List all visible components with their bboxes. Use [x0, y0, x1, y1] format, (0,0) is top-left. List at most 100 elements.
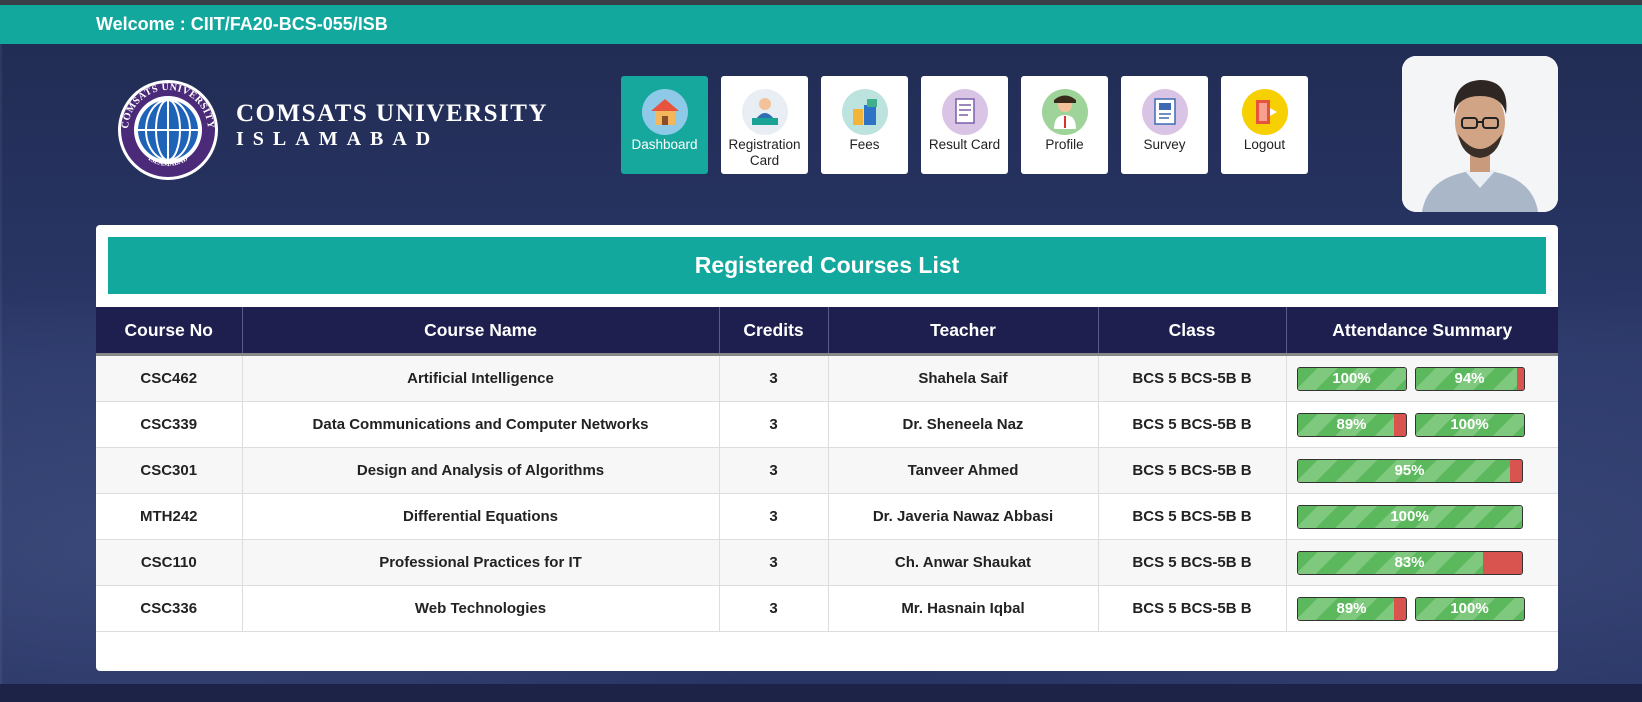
cell-attendance-summary: 89% 100%	[1286, 585, 1558, 632]
fees-icon	[841, 89, 888, 135]
attendance-progress-bar: 95%	[1296, 458, 1523, 483]
cell-teacher: Ch. Anwar Shaukat	[828, 539, 1099, 586]
attendance-percent-label: 89%	[1336, 415, 1367, 433]
cell-credits: 3	[719, 539, 829, 586]
cell-course-name: Data Communications and Computer Network…	[242, 401, 720, 448]
cell-course-name: Differential Equations	[242, 493, 720, 540]
attendance-percent-label: 100%	[1450, 415, 1489, 433]
attendance-progress-bar: 100%	[1296, 366, 1407, 391]
nav-fees-label: Fees	[849, 137, 880, 152]
cell-attendance-summary: 100% 94%	[1286, 354, 1558, 402]
attendance-percent-label: 100%	[1390, 507, 1429, 525]
attendance-percent-label: 100%	[1332, 369, 1371, 387]
attendance-progress-bar: 100%	[1414, 412, 1525, 437]
table-row: MTH242 Differential Equations 3 Dr. Javeria…	[96, 493, 1558, 540]
university-name: COMSATS UNIVERSITY ISLAMABAD	[236, 100, 548, 151]
cell-credits: 3	[719, 354, 829, 402]
attendance-percent-label: 100%	[1450, 599, 1489, 617]
registered-courses-panel: Registered Courses List Course No Course…	[96, 225, 1558, 671]
nav-dashboard[interactable]: Dashboard	[621, 76, 708, 174]
profile-person-icon	[1041, 89, 1088, 135]
result-card-icon	[941, 89, 988, 135]
table-header-row: Course No Course Name Credits Teacher Cl…	[96, 307, 1558, 356]
university-name-line2: ISLAMABAD	[236, 128, 440, 150]
cell-course-name: Artificial Intelligence	[242, 354, 720, 402]
cell-course-no: CSC336	[96, 585, 243, 632]
cell-class: BCS 5 BCS-5B B	[1098, 447, 1287, 494]
cell-course-name: Design and Analysis of Algorithms	[242, 447, 720, 494]
cell-teacher: Dr. Sheneela Naz	[828, 401, 1099, 448]
student-avatar-icon	[1402, 56, 1558, 212]
cell-teacher: Shahela Saif	[828, 354, 1099, 402]
cell-course-name: Web Technologies	[242, 585, 720, 632]
attendance-progress-bar: 89%	[1296, 596, 1407, 621]
nav-fees[interactable]: Fees	[821, 76, 908, 174]
cell-attendance-summary: 89% 100%	[1286, 401, 1558, 448]
panel-title: Registered Courses List	[108, 237, 1546, 294]
cell-attendance-summary: 100%	[1286, 493, 1558, 540]
university-logo: COMSATS UNIVERSITY ISLAMABAD	[118, 80, 218, 180]
cell-teacher: Dr. Javeria Nawaz Abbasi	[828, 493, 1099, 540]
col-teacher: Teacher	[828, 307, 1099, 356]
col-course-no: Course No	[96, 307, 243, 356]
footer-strip	[0, 684, 1642, 702]
cell-course-no: MTH242	[96, 493, 243, 540]
attendance-percent-label: 95%	[1394, 461, 1425, 479]
survey-icon	[1141, 89, 1188, 135]
cell-course-no: CSC301	[96, 447, 243, 494]
cell-teacher: Mr. Hasnain Iqbal	[828, 585, 1099, 632]
nav-result-card-label: Result Card	[928, 137, 1001, 152]
table-row: CSC301 Design and Analysis of Algorithms 3…	[96, 447, 1558, 494]
attendance-progress-bar: 100%	[1296, 504, 1523, 529]
col-class: Class	[1098, 307, 1287, 356]
table-row: CSC336 Web Technologies 3 Mr. Hasnain Iqbal…	[96, 585, 1558, 632]
table-row: CSC110 Professional Practices for IT 3 Ch. …	[96, 539, 1558, 586]
cell-credits: 3	[719, 401, 829, 448]
nav-survey[interactable]: Survey	[1121, 76, 1208, 174]
cell-credits: 3	[719, 447, 829, 494]
cell-class: BCS 5 BCS-5B B	[1098, 585, 1287, 632]
cell-credits: 3	[719, 493, 829, 540]
table-row: CSC462 Artificial Intelligence 3 Shahela Sa…	[96, 354, 1558, 402]
nav-logout[interactable]: Logout	[1221, 76, 1308, 174]
welcome-text: Welcome : CIIT/FA20-BCS-055/ISB	[96, 14, 388, 34]
cell-course-no: CSC462	[96, 354, 243, 402]
col-course-name: Course Name	[242, 307, 720, 356]
cell-teacher: Tanveer Ahmed	[828, 447, 1099, 494]
logout-door-icon	[1241, 89, 1288, 135]
attendance-progress-bar: 94%	[1414, 366, 1525, 391]
student-desk-icon	[741, 89, 788, 135]
cell-course-name: Professional Practices for IT	[242, 539, 720, 586]
nav-dashboard-label: Dashboard	[631, 137, 698, 152]
nav-registration-card[interactable]: Registration Card	[721, 76, 808, 174]
cell-class: BCS 5 BCS-5B B	[1098, 354, 1287, 402]
cell-class: BCS 5 BCS-5B B	[1098, 539, 1287, 586]
attendance-percent-label: 83%	[1394, 553, 1425, 571]
cell-course-no: CSC110	[96, 539, 243, 586]
student-photo	[1402, 56, 1558, 212]
university-name-line1: COMSATS UNIVERSITY	[236, 100, 549, 127]
nav-profile-label: Profile	[1045, 137, 1084, 152]
cell-course-no: CSC339	[96, 401, 243, 448]
nav-result-card[interactable]: Result Card	[921, 76, 1008, 174]
attendance-progress-bar: 89%	[1296, 412, 1407, 437]
courses-table-body: CSC462 Artificial Intelligence 3 Shahela Sa…	[96, 354, 1558, 632]
cell-attendance-summary: 95%	[1286, 447, 1558, 494]
nav-survey-label: Survey	[1143, 137, 1186, 152]
house-icon	[641, 89, 688, 135]
cell-class: BCS 5 BCS-5B B	[1098, 401, 1287, 448]
nav-logout-label: Logout	[1243, 137, 1286, 152]
welcome-bar: Welcome : CIIT/FA20-BCS-055/ISB	[0, 5, 1642, 44]
attendance-percent-label: 94%	[1454, 369, 1485, 387]
cell-attendance-summary: 83%	[1286, 539, 1558, 586]
col-attendance-summary: Attendance Summary	[1286, 307, 1558, 356]
attendance-progress-bar: 83%	[1296, 550, 1523, 575]
cell-credits: 3	[719, 585, 829, 632]
attendance-percent-label: 89%	[1336, 599, 1367, 617]
courses-table: Course No Course Name Credits Teacher Cl…	[96, 307, 1558, 632]
attendance-progress-bar: 100%	[1414, 596, 1525, 621]
cell-class: BCS 5 BCS-5B B	[1098, 493, 1287, 540]
col-credits: Credits	[719, 307, 829, 356]
nav-profile[interactable]: Profile	[1021, 76, 1108, 174]
nav-registration-card-label: Registration Card	[728, 137, 801, 168]
